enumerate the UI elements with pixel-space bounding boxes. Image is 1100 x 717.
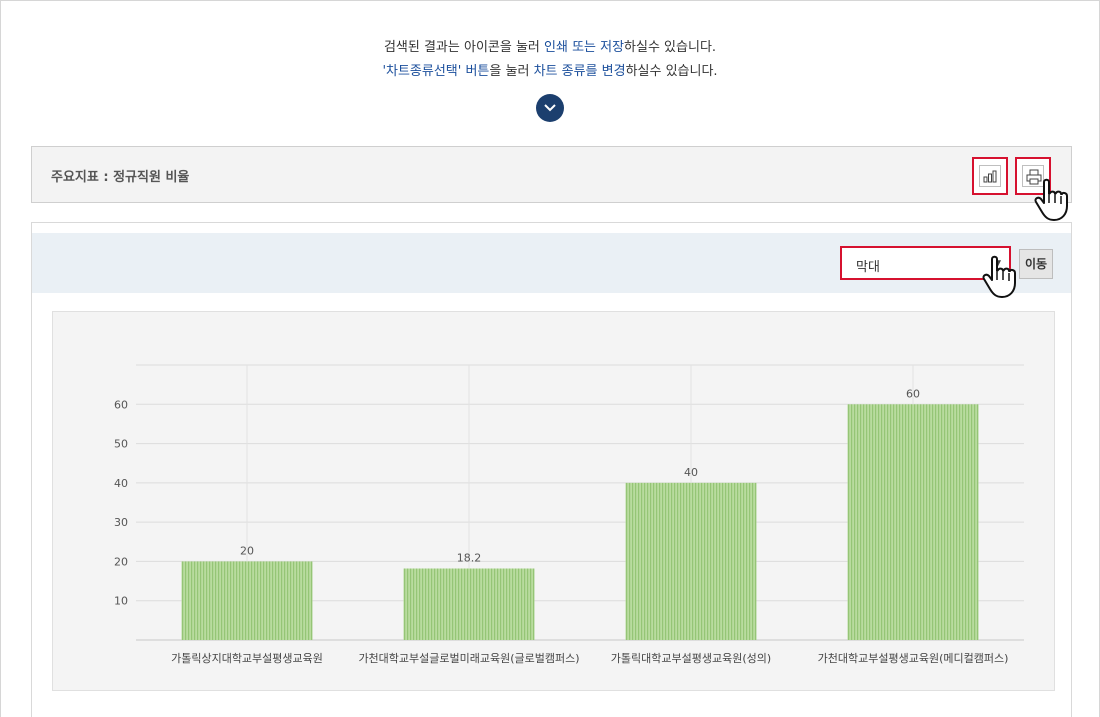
intro-line-2-text-a: 을 눌러 bbox=[489, 64, 534, 79]
chart-type-select-value: 막대 bbox=[856, 260, 880, 275]
pointing-hand-icon bbox=[982, 255, 1016, 298]
indicator-title: 주요지표 : 정규직원 비율 bbox=[51, 170, 190, 185]
intro-line-2-highlight-2: 차트 종류를 변경 bbox=[533, 64, 626, 79]
x-tick-label: 가천대학교부설글로벌미래교육원(글로벌캠퍼스) bbox=[358, 651, 579, 665]
data-label: 40 bbox=[684, 466, 698, 479]
y-tick-label: 60 bbox=[114, 398, 128, 411]
chevron-down-icon bbox=[544, 104, 556, 112]
data-label: 18.2 bbox=[457, 552, 482, 565]
y-tick-label: 20 bbox=[114, 555, 128, 568]
data-label: 20 bbox=[240, 544, 254, 557]
bar bbox=[181, 561, 313, 640]
bar-chart-icon bbox=[983, 170, 997, 183]
x-tick-label: 가톨릭대학교부설평생교육원(성의) bbox=[611, 652, 771, 665]
chart-panel: 막대 ▼ 이동 10 20 30 40 50 60 20 가톨릭상지대학교부설평생교육원 18.… bbox=[31, 222, 1072, 717]
chart-type-button[interactable] bbox=[972, 157, 1008, 195]
chart-area: 10 20 30 40 50 60 20 가톨릭상지대학교부설평생교육원 18.2 가천대학교부설… bbox=[52, 311, 1055, 691]
bar bbox=[625, 482, 757, 640]
indicator-header: 주요지표 : 정규직원 비율 bbox=[31, 146, 1072, 203]
intro-line-1-highlight: 인쇄 또는 저장 bbox=[544, 40, 625, 55]
intro-line-1-text-a: 검색된 결과는 아이콘을 눌러 bbox=[383, 40, 545, 55]
bar bbox=[403, 568, 535, 640]
y-tick-label: 10 bbox=[114, 595, 128, 608]
y-tick-label: 50 bbox=[114, 438, 128, 451]
go-button[interactable]: 이동 bbox=[1019, 249, 1053, 279]
bar-chart: 10 20 30 40 50 60 20 가톨릭상지대학교부설평생교육원 18.2 가천대학교부설… bbox=[114, 364, 1024, 665]
intro-line-2-text-b: 하실수 있습니다. bbox=[625, 64, 718, 79]
intro-line-1: 검색된 결과는 아이콘을 눌러 인쇄 또는 저장하실수 있습니다. bbox=[0, 36, 1100, 60]
x-tick-label: 가천대학교부설평생교육원(메디컬캠퍼스) bbox=[818, 651, 1009, 665]
expand-button[interactable] bbox=[536, 94, 564, 122]
data-label: 60 bbox=[906, 387, 920, 400]
y-tick-label: 40 bbox=[114, 477, 128, 490]
intro-line-1-text-b: 하실수 있습니다. bbox=[624, 40, 717, 55]
intro-line-2-highlight-1: '차트종류선택' 버튼 bbox=[382, 64, 490, 79]
chart-toolbar: 막대 ▼ 이동 bbox=[32, 233, 1071, 293]
pointing-hand-icon bbox=[1034, 178, 1068, 221]
x-tick-label: 가톨릭상지대학교부설평생교육원 bbox=[171, 652, 323, 665]
intro-text: 검색된 결과는 아이콘을 눌러 인쇄 또는 저장하실수 있습니다. '차트종류선… bbox=[0, 36, 1100, 84]
chart-type-icon-frame bbox=[979, 165, 1001, 187]
bar bbox=[847, 404, 979, 640]
y-tick-label: 30 bbox=[114, 516, 128, 529]
intro-line-2: '차트종류선택' 버튼을 눌러 차트 종류를 변경하실수 있습니다. bbox=[0, 60, 1100, 84]
